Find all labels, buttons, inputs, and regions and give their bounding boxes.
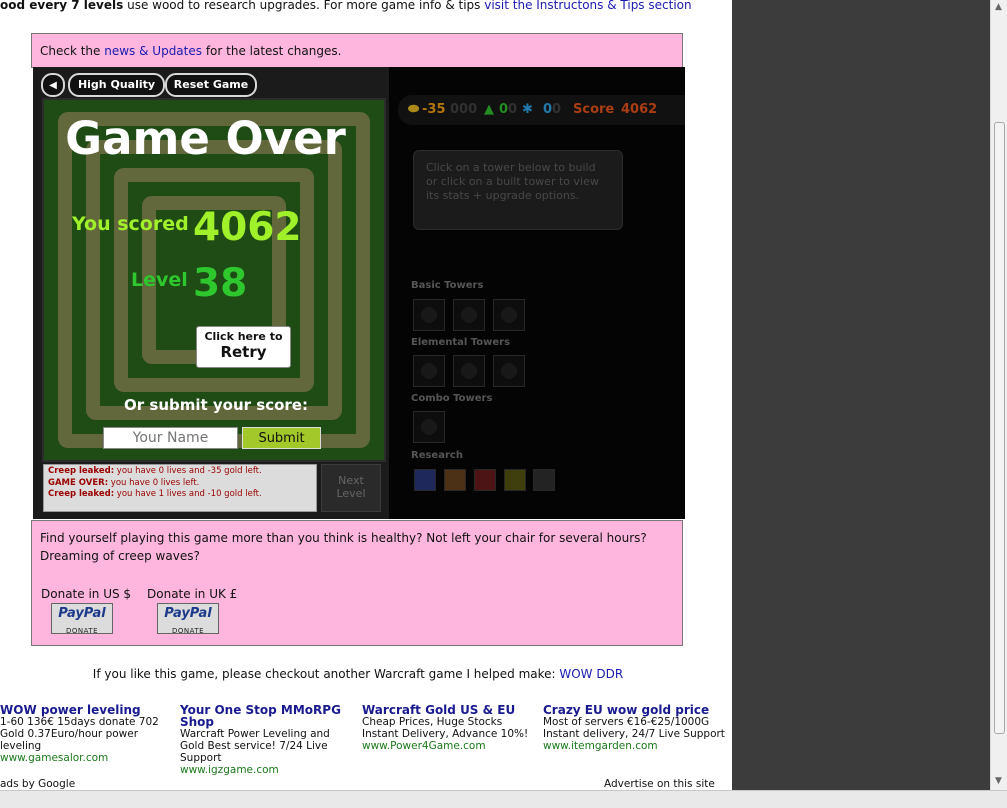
- basic-tower-slot[interactable]: [493, 299, 525, 331]
- log-line: GAME OVER: you have 0 lives left.: [48, 477, 200, 488]
- submit-score-label: Or submit your score:: [124, 396, 308, 414]
- instructions-bold: ood every 7 levels: [0, 0, 124, 12]
- instructions-text: use wood to research upgrades. For more …: [123, 0, 485, 12]
- paypal-donate-text: DONATE: [171, 627, 205, 635]
- donate-us-label: Donate in US $: [41, 587, 132, 601]
- news-box: Check the news & Updates for the latest …: [31, 33, 683, 68]
- wood-value: 0: [499, 102, 509, 117]
- log-line: Creep leaked: you have 1 lives and -10 g…: [48, 489, 262, 499]
- ad-url[interactable]: www.Power4Game.com: [362, 740, 542, 752]
- ads-by-google[interactable]: ads by Google: [0, 778, 75, 790]
- retry-hint: Click here to: [204, 330, 283, 343]
- basic-towers-title: Basic Towers: [411, 280, 484, 291]
- wood-ghost-digits: 0: [508, 102, 518, 117]
- ad-url[interactable]: www.itemgarden.com: [543, 740, 728, 752]
- ad-title[interactable]: WOW power leveling: [0, 704, 180, 716]
- research-slot[interactable]: [474, 469, 496, 491]
- ad-description: Warcraft Power Leveling and Gold Best se…: [180, 728, 330, 764]
- research-slot[interactable]: [533, 469, 555, 491]
- ad-description: Cheap Prices, Huge Stocks Instant Delive…: [362, 716, 529, 740]
- log-line: Creep leaked: you have 0 lives and -35 g…: [48, 466, 262, 476]
- lives-ghost-digits: 0: [552, 102, 562, 117]
- news-link[interactable]: news & Updates: [104, 44, 202, 58]
- lives-icon: ✱: [522, 102, 533, 117]
- news-text-post: for the latest changes.: [202, 44, 342, 58]
- paypal-donate-uk-button[interactable]: PayPal DONATE: [157, 603, 219, 635]
- game-area: ◀ High Quality Reset Game Game Over You …: [33, 67, 685, 519]
- final-score: 4062: [193, 205, 302, 250]
- wood-icon: ▲: [484, 102, 494, 117]
- stats-bar: ⬬ -35 000 ▲ 0 0 ✱ 0 0 Score 4062: [398, 95, 685, 125]
- game-left-panel: ◀ High Quality Reset Game Game Over You …: [33, 67, 389, 519]
- elemental-tower-slot[interactable]: [453, 355, 485, 387]
- scrollbar-thumb[interactable]: [994, 122, 1005, 734]
- basic-tower-slot[interactable]: [413, 299, 445, 331]
- instructions-link[interactable]: visit the Instructons & Tips section: [484, 0, 691, 12]
- research-slot[interactable]: [414, 469, 436, 491]
- game-over-title: Game Over: [65, 112, 346, 165]
- ad-block[interactable]: WOW power leveling 1-60 136€ 15days dona…: [0, 704, 180, 764]
- retry-button[interactable]: Click here to Retry: [196, 326, 291, 368]
- ad-url[interactable]: www.igzgame.com: [180, 764, 350, 776]
- speaker-icon: ◀: [49, 80, 57, 91]
- basic-tower-slot[interactable]: [453, 299, 485, 331]
- high-quality-button[interactable]: High Quality: [68, 73, 165, 97]
- ad-url[interactable]: www.gamesalor.com: [0, 752, 180, 764]
- submit-score-button[interactable]: Submit: [242, 427, 321, 449]
- ad-title[interactable]: Your One Stop MMoRPG Shop: [180, 704, 350, 728]
- tower-info-box: Click on a tower below to build or click…: [413, 150, 623, 230]
- reset-game-button[interactable]: Reset Game: [165, 73, 257, 97]
- donate-text-2: Dreaming of creep waves?: [40, 549, 200, 563]
- ad-block[interactable]: Your One Stop MMoRPG Shop Warcraft Power…: [180, 704, 350, 776]
- paypal-donate-text: DONATE: [65, 627, 99, 635]
- level-label: Level: [131, 269, 188, 291]
- scroll-down-icon[interactable]: ▼: [995, 776, 1002, 786]
- research-slot[interactable]: [444, 469, 466, 491]
- page-gutter: [732, 0, 990, 790]
- wowddr-line: If you like this game, please checkout a…: [0, 667, 716, 681]
- research-title: Research: [411, 450, 463, 461]
- elemental-tower-slot[interactable]: [413, 355, 445, 387]
- gold-icon: ⬬: [408, 102, 420, 117]
- combo-tower-slot[interactable]: [413, 411, 445, 443]
- score-label: You scored: [72, 213, 189, 235]
- combo-towers-title: Combo Towers: [411, 393, 493, 404]
- advertise-link[interactable]: Advertise on this site: [604, 778, 715, 790]
- donate-uk-label: Donate in UK £: [147, 587, 238, 601]
- ad-block[interactable]: Warcraft Gold US & EU Cheap Prices, Huge…: [362, 704, 542, 752]
- message-log: Creep leaked: you have 0 lives and -35 g…: [43, 464, 317, 512]
- vertical-scrollbar[interactable]: ▲ ▼: [990, 0, 1007, 790]
- wowddr-text: If you like this game, please checkout a…: [92, 667, 560, 681]
- retry-label: Retry: [220, 343, 267, 361]
- final-level: 38: [193, 261, 248, 306]
- elemental-tower-slot[interactable]: [493, 355, 525, 387]
- ad-title[interactable]: Warcraft Gold US & EU: [362, 704, 542, 716]
- score-value-hud: 4062: [621, 102, 658, 117]
- donate-text-1: Find yourself playing this game more tha…: [40, 531, 647, 545]
- status-bar: [0, 790, 1007, 808]
- donate-box: Find yourself playing this game more tha…: [31, 520, 683, 646]
- gold-value: -35: [422, 102, 446, 117]
- elemental-towers-title: Elemental Towers: [411, 337, 511, 348]
- news-text-pre: Check the: [40, 44, 105, 58]
- ad-description: 1-60 136€ 15days donate 702 Gold 0.37Eur…: [0, 716, 159, 752]
- ad-description: Most of servers €16-€25/1000G Instant de…: [543, 716, 725, 740]
- ad-title[interactable]: Crazy EU wow gold price: [543, 704, 728, 716]
- gold-ghost-digits: 000: [450, 102, 478, 117]
- name-input[interactable]: [103, 427, 238, 449]
- score-label-hud: Score: [573, 102, 615, 117]
- research-slot[interactable]: [504, 469, 526, 491]
- lives-value: 0: [543, 102, 553, 117]
- paypal-logo: PayPal: [164, 606, 212, 621]
- scroll-up-icon[interactable]: ▲: [995, 2, 1002, 12]
- paypal-logo: PayPal: [58, 606, 106, 621]
- sound-toggle-button[interactable]: ◀: [41, 73, 65, 97]
- paypal-donate-us-button[interactable]: PayPal DONATE: [51, 603, 113, 635]
- wowddr-link[interactable]: WOW DDR: [559, 667, 623, 681]
- ad-block[interactable]: Crazy EU wow gold price Most of servers …: [543, 704, 728, 752]
- instructions-line: ood every 7 levels use wood to research …: [0, 0, 730, 12]
- next-level-button[interactable]: Next Level: [321, 464, 381, 512]
